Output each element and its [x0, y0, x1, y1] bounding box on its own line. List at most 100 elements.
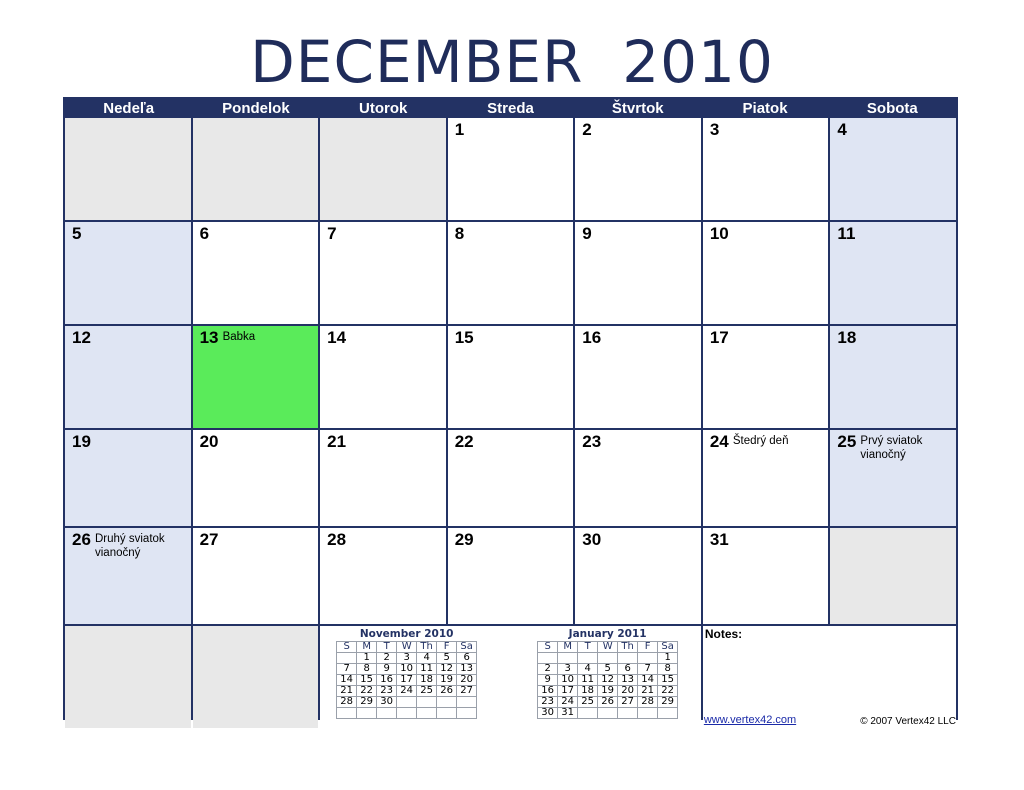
mini-day-cell — [436, 707, 458, 719]
mini-day-cell: 12 — [436, 663, 458, 675]
day-number: 21 — [327, 432, 347, 451]
mini-calendar-previous-month: November 2010 S M T W Th F Sa 1 2 3 4 5 6 7 8 9 10 11 12 13 1… — [336, 628, 478, 719]
mini-day-cell: 5 — [597, 663, 619, 675]
day-number: 6 — [199, 224, 210, 243]
day-cell[interactable]: 18 — [830, 326, 956, 428]
mini-day-cell: 10 — [396, 663, 418, 675]
day-cell[interactable]: 12 — [65, 326, 191, 428]
weekday-header-cell: Pondelok — [222, 100, 290, 117]
day-cell[interactable]: 14 — [320, 326, 446, 428]
day-cell[interactable]: 1 — [447, 118, 574, 220]
day-number: 1 — [454, 120, 465, 139]
vertex42-link[interactable]: www.vertex42.com — [704, 714, 796, 726]
mini-day-cell: 4 — [577, 663, 599, 675]
day-number: 7 — [327, 224, 337, 243]
mini-day-cell: 7 — [336, 663, 358, 675]
mini-day-cell: 10 — [557, 674, 579, 686]
day-number: 13 — [199, 328, 219, 347]
notes-box[interactable]: Notes: www.vertex42.com © 2007 Vertex42 LL… — [702, 626, 956, 728]
empty-day-cell — [192, 118, 319, 220]
mini-day-cell: 4 — [416, 652, 438, 664]
day-cell[interactable]: 31 — [702, 528, 829, 624]
mini-day-cell — [557, 652, 579, 664]
mini-day-cell — [396, 707, 418, 719]
day-cell[interactable]: 10 — [702, 222, 829, 324]
mini-day-cell: 24 — [557, 696, 579, 708]
mini-day-cell: 13 — [456, 663, 478, 675]
day-number: 30 — [582, 530, 602, 549]
empty-day-cell — [830, 528, 956, 624]
day-number: 17 — [709, 328, 729, 347]
mini-day-cell: 1 — [657, 652, 679, 664]
mini-day-cell: 30 — [376, 696, 398, 708]
mini-day-cell: 25 — [416, 685, 438, 697]
day-cell[interactable]: 15 — [447, 326, 574, 428]
mini-day-cell — [617, 652, 639, 664]
mini-day-cell: 1 — [356, 652, 378, 664]
day-cell[interactable]: 25 Prvý sviatok vianočný — [830, 430, 956, 526]
day-number: 14 — [327, 328, 347, 347]
day-number: 29 — [454, 530, 474, 549]
day-cell[interactable]: 8 — [447, 222, 574, 324]
day-number: 9 — [582, 224, 592, 243]
day-cell[interactable]: 24 Štedrý deň — [702, 430, 829, 526]
day-cell[interactable]: 13 Babka — [192, 326, 319, 428]
mini-day-cell: 7 — [637, 663, 659, 675]
weekday-header-cell: Štvrtok — [611, 100, 664, 117]
day-cell[interactable]: 23 — [575, 430, 701, 526]
mini-day-cell — [537, 652, 559, 664]
day-number: 5 — [72, 224, 82, 243]
day-cell[interactable]: 17 — [702, 326, 829, 428]
day-cell[interactable]: 20 — [192, 430, 319, 526]
mini-day-cell: 18 — [577, 685, 599, 697]
day-cell[interactable]: 5 — [65, 222, 191, 324]
mini-day-cell: 16 — [537, 685, 559, 697]
mini-day-cell — [657, 707, 679, 719]
copyright-text: © 2007 Vertex42 LLC — [860, 716, 956, 727]
mini-day-cell: 22 — [657, 685, 679, 697]
mini-day-cell: 22 — [356, 685, 378, 697]
day-cell[interactable]: 11 — [830, 222, 956, 324]
day-number: 19 — [72, 432, 91, 451]
day-cell[interactable]: 9 — [575, 222, 701, 324]
mini-day-cell — [597, 652, 619, 664]
mini-day-cell — [617, 707, 639, 719]
mini-weekday-label: F — [637, 641, 659, 653]
day-cell[interactable]: 4 — [830, 118, 956, 220]
mini-day-cell: 26 — [597, 696, 619, 708]
mini-day-cell: 17 — [396, 674, 418, 686]
mini-day-cell: 23 — [376, 685, 398, 697]
day-cell[interactable]: 19 — [65, 430, 191, 526]
day-cell[interactable]: 29 — [447, 528, 574, 624]
mini-day-cell — [416, 696, 438, 708]
day-number: 26 — [72, 530, 91, 549]
empty-cell — [192, 626, 319, 728]
mini-day-cell: 27 — [456, 685, 478, 697]
day-event-note: Štedrý deň — [732, 435, 789, 447]
day-cell[interactable]: 27 — [192, 528, 319, 624]
mini-day-cell — [577, 652, 599, 664]
mini-day-cell: 26 — [436, 685, 458, 697]
empty-day-cell — [65, 118, 191, 220]
weekday-header-cell: Nedeľa — [103, 100, 155, 117]
mini-day-cell: 12 — [597, 674, 619, 686]
mini-day-cell: 9 — [537, 674, 559, 686]
day-event-note: Prvý sviatok vianočný — [860, 435, 923, 461]
weekday-header-cell: Streda — [487, 100, 534, 117]
mini-day-cell: 3 — [396, 652, 418, 664]
day-cell[interactable]: 16 — [575, 326, 701, 428]
day-cell[interactable]: 26 Druhý sviatok vianočný — [65, 528, 191, 624]
day-cell[interactable]: 6 — [192, 222, 319, 324]
mini-day-cell — [436, 696, 458, 708]
mini-day-cell: 20 — [456, 674, 478, 686]
day-cell[interactable]: 28 — [320, 528, 446, 624]
day-cell[interactable]: 30 — [575, 528, 701, 624]
mini-calendar-title: January 2011 — [568, 628, 647, 640]
mini-weekday-label: Sa — [456, 641, 478, 653]
day-cell[interactable]: 7 — [320, 222, 446, 324]
day-cell[interactable]: 21 — [320, 430, 446, 526]
day-cell[interactable]: 3 — [702, 118, 829, 220]
day-cell[interactable]: 22 — [447, 430, 574, 526]
mini-day-cell: 29 — [657, 696, 679, 708]
day-cell[interactable]: 2 — [575, 118, 701, 220]
